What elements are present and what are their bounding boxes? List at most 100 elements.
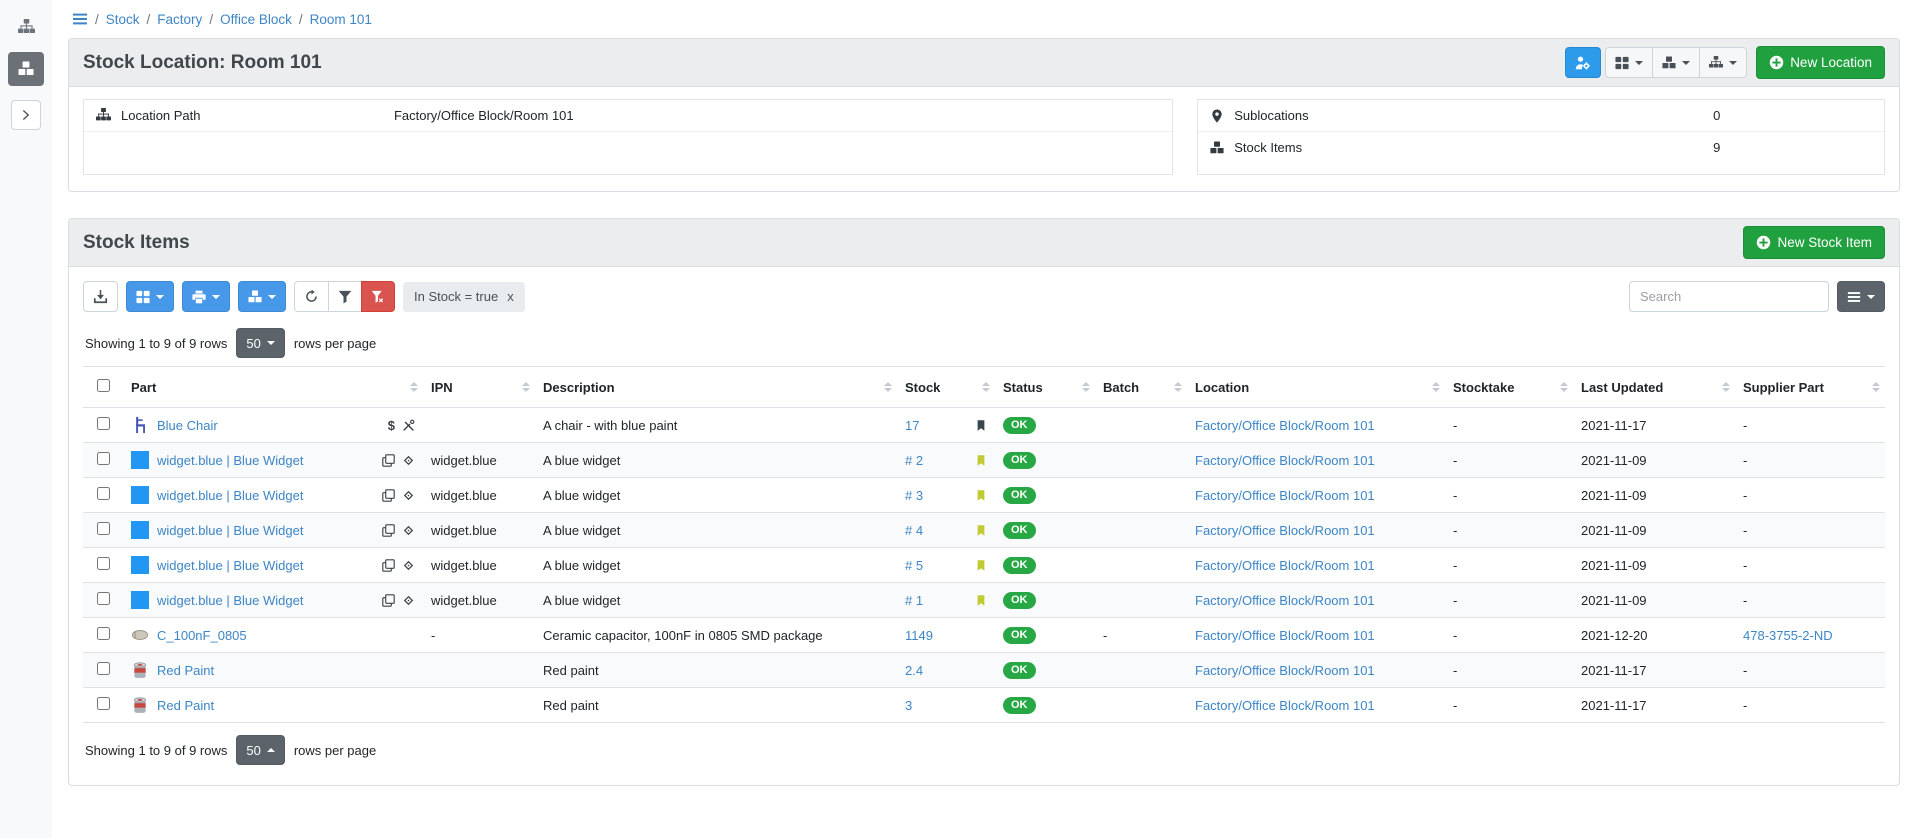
last-updated-value: 2021-11-17: [1573, 408, 1735, 443]
page-size-dropdown-button[interactable]: 50: [236, 328, 284, 358]
stock-link[interactable]: 2.4: [905, 663, 923, 678]
stock-link[interactable]: 17: [905, 418, 919, 433]
row-checkbox[interactable]: [97, 627, 110, 640]
options-dropdown-button[interactable]: [1605, 47, 1653, 78]
table-row: widget.blue | Blue Widgetwidget.blueA bl…: [83, 513, 1885, 548]
part-link[interactable]: C_100nF_0805: [157, 628, 247, 643]
new-location-button[interactable]: New Location: [1756, 46, 1885, 79]
part-link[interactable]: widget.blue | Blue Widget: [157, 593, 303, 608]
row-checkbox[interactable]: [97, 662, 110, 675]
sort-carets-icon[interactable]: [1432, 382, 1440, 392]
row-checkbox[interactable]: [97, 417, 110, 430]
sort-carets-icon[interactable]: [884, 382, 892, 392]
column-header-stocktake[interactable]: Stocktake: [1445, 367, 1573, 408]
page-size-dropdown-button[interactable]: 50: [236, 735, 284, 765]
part-link[interactable]: Red Paint: [157, 698, 214, 713]
location-link[interactable]: Factory/Office Block/Room 101: [1195, 628, 1375, 643]
clear-filters-button[interactable]: [361, 281, 395, 312]
location-link[interactable]: Factory/Office Block/Room 101: [1195, 488, 1375, 503]
filter-chip-remove[interactable]: x: [507, 289, 514, 304]
part-link[interactable]: widget.blue | Blue Widget: [157, 488, 303, 503]
breadcrumb-link[interactable]: Factory: [157, 12, 202, 27]
grid-icon: [1615, 56, 1629, 70]
stock-link[interactable]: # 4: [905, 523, 923, 538]
part-thumbnail[interactable]: [131, 696, 149, 714]
column-header-batch[interactable]: Batch: [1095, 367, 1187, 408]
table-options-dropdown-button[interactable]: [126, 281, 174, 312]
location-tree-dropdown-button[interactable]: [1699, 47, 1747, 78]
column-header-supplier_part[interactable]: Supplier Part: [1735, 367, 1885, 408]
sort-carets-icon[interactable]: [1174, 382, 1182, 392]
menu-icon[interactable]: [72, 11, 88, 27]
sort-carets-icon[interactable]: [1560, 382, 1568, 392]
part-thumbnail[interactable]: [131, 661, 149, 679]
part-thumbnail[interactable]: [131, 556, 149, 574]
row-checkbox[interactable]: [97, 697, 110, 710]
boxes-icon: [248, 290, 262, 304]
column-header-part[interactable]: Part: [123, 367, 423, 408]
search-input[interactable]: [1629, 281, 1829, 312]
column-header-last_updated[interactable]: Last Updated: [1573, 367, 1735, 408]
stock-link[interactable]: # 1: [905, 593, 923, 608]
breadcrumb-link[interactable]: Room 101: [310, 12, 372, 27]
location-path-label: Location Path: [121, 108, 201, 123]
columns-dropdown-button[interactable]: [1837, 281, 1885, 312]
location-link[interactable]: Factory/Office Block/Room 101: [1195, 453, 1375, 468]
breadcrumb-link[interactable]: Stock: [106, 12, 140, 27]
column-header-location[interactable]: Location: [1187, 367, 1445, 408]
row-checkbox[interactable]: [97, 557, 110, 570]
part-link[interactable]: widget.blue | Blue Widget: [157, 523, 303, 538]
part-link[interactable]: widget.blue | Blue Widget: [157, 453, 303, 468]
part-link[interactable]: Blue Chair: [157, 418, 218, 433]
location-link[interactable]: Factory/Office Block/Room 101: [1195, 523, 1375, 538]
export-button[interactable]: [83, 281, 118, 312]
breadcrumb-link[interactable]: Office Block: [220, 12, 292, 27]
showing-text: Showing 1 to 9 of 9 rows: [85, 336, 227, 351]
stock-link[interactable]: # 3: [905, 488, 923, 503]
column-header-ipn[interactable]: IPN: [423, 367, 535, 408]
new-location-label: New Location: [1790, 55, 1872, 70]
part-thumbnail[interactable]: [131, 626, 149, 644]
sidebar-item-part-tree[interactable]: [8, 10, 44, 44]
part-thumbnail[interactable]: [131, 521, 149, 539]
location-link[interactable]: Factory/Office Block/Room 101: [1195, 418, 1375, 433]
location-link[interactable]: Factory/Office Block/Room 101: [1195, 663, 1375, 678]
select-all-checkbox[interactable]: [97, 379, 110, 392]
location-link[interactable]: Factory/Office Block/Room 101: [1195, 558, 1375, 573]
location-link[interactable]: Factory/Office Block/Room 101: [1195, 593, 1375, 608]
sidebar-item-stock-tree[interactable]: [8, 52, 44, 86]
new-stock-item-button[interactable]: New Stock Item: [1743, 226, 1885, 259]
part-thumbnail[interactable]: [131, 451, 149, 469]
sidebar-expand-button[interactable]: [11, 100, 41, 130]
sort-carets-icon[interactable]: [410, 382, 418, 392]
location-link[interactable]: Factory/Office Block/Room 101: [1195, 698, 1375, 713]
sort-carets-icon[interactable]: [1722, 382, 1730, 392]
sort-carets-icon[interactable]: [522, 382, 530, 392]
row-checkbox[interactable]: [97, 592, 110, 605]
column-header-stock[interactable]: Stock: [897, 367, 995, 408]
stock-actions-dropdown-button[interactable]: [1652, 47, 1700, 78]
user-admin-button[interactable]: [1565, 47, 1601, 78]
row-checkbox[interactable]: [97, 522, 110, 535]
part-link[interactable]: widget.blue | Blue Widget: [157, 558, 303, 573]
column-header-status[interactable]: Status: [995, 367, 1095, 408]
refresh-button[interactable]: [294, 281, 329, 312]
supplier-part-link[interactable]: 478-3755-2-ND: [1743, 628, 1833, 643]
sort-carets-icon[interactable]: [1872, 382, 1880, 392]
stock-link[interactable]: 1149: [905, 628, 933, 643]
sort-carets-icon[interactable]: [1082, 382, 1090, 392]
stock-link[interactable]: # 5: [905, 558, 923, 573]
filter-button[interactable]: [328, 281, 362, 312]
column-header-description[interactable]: Description: [535, 367, 897, 408]
part-thumbnail[interactable]: [131, 591, 149, 609]
stock-options-dropdown-button[interactable]: [238, 281, 286, 312]
part-thumbnail[interactable]: [131, 486, 149, 504]
print-actions-dropdown-button[interactable]: [182, 281, 230, 312]
row-checkbox[interactable]: [97, 452, 110, 465]
row-checkbox[interactable]: [97, 487, 110, 500]
part-thumbnail[interactable]: [131, 416, 149, 434]
sort-carets-icon[interactable]: [982, 382, 990, 392]
part-link[interactable]: Red Paint: [157, 663, 214, 678]
stock-link[interactable]: 3: [905, 698, 912, 713]
stock-link[interactable]: # 2: [905, 453, 923, 468]
